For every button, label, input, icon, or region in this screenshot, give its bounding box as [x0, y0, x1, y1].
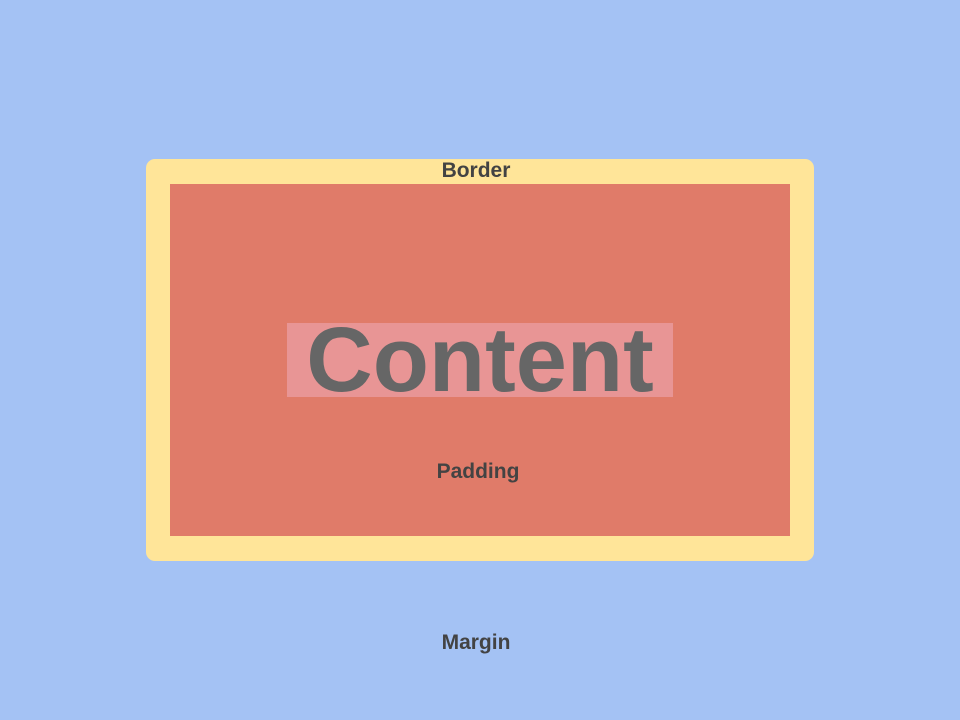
border-label: Border	[441, 159, 511, 182]
padding-label: Padding	[436, 460, 520, 483]
margin-label: Margin	[441, 631, 511, 654]
content-label: Content	[306, 309, 654, 411]
box-model-diagram: Border Content Padding Margin	[0, 0, 960, 720]
